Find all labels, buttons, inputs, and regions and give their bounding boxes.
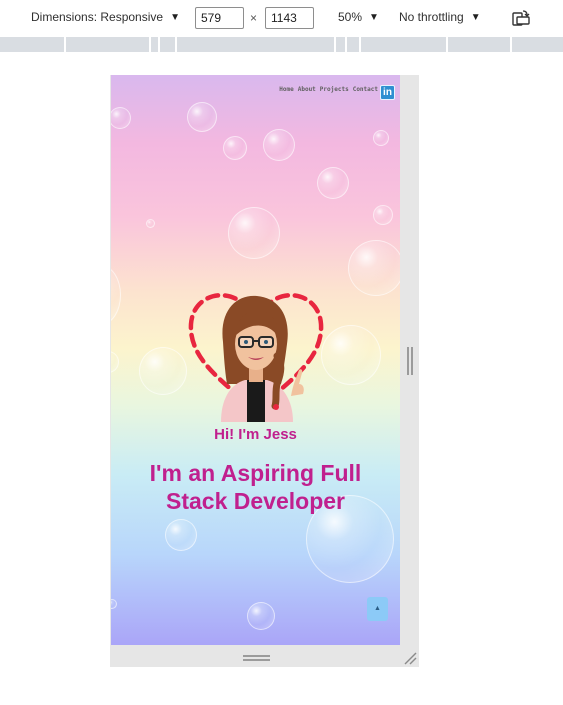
- scroll-to-top-button[interactable]: ▲: [367, 597, 388, 621]
- zoom-label: 50%: [338, 10, 363, 24]
- ruler-tick: [359, 37, 361, 52]
- device-toolbar: Dimensions: Responsive ▼ × 50% ▼ No thro…: [0, 0, 563, 36]
- headline: I'm an Aspiring Full Stack Developer: [149, 460, 362, 514]
- times-sign: ×: [250, 11, 258, 25]
- nav-link-projects[interactable]: Projects: [320, 86, 349, 93]
- throttling-dropdown[interactable]: No throttling ▼: [399, 10, 481, 24]
- ruler-tick: [334, 37, 336, 52]
- bubble: [373, 130, 389, 146]
- bubble: [146, 219, 155, 228]
- greeting: Hi! I'm Jess: [214, 426, 297, 443]
- dimensions-label: Dimensions: Responsive: [31, 10, 164, 24]
- ruler-tick: [149, 37, 151, 52]
- bubble: [348, 240, 400, 296]
- ruler-tick: [175, 37, 177, 52]
- throttling-label: No throttling: [399, 10, 464, 24]
- bubble: [111, 265, 121, 325]
- nav-bar: Home About Projects Contact: [279, 86, 378, 93]
- resize-handle-bottom[interactable]: [243, 655, 270, 661]
- ruler-tick: [510, 37, 512, 52]
- bubble: [321, 325, 381, 385]
- bubble: [263, 129, 295, 161]
- zoom-dropdown[interactable]: 50% ▼: [338, 10, 379, 24]
- bubble: [228, 207, 280, 259]
- bubble: [223, 136, 247, 160]
- caret-down-icon: ▼: [369, 11, 379, 23]
- page-viewport: Home About Projects Contact in Hi! I'm J…: [111, 75, 400, 645]
- nav-link-home[interactable]: Home: [279, 86, 293, 93]
- bubble: [111, 599, 117, 609]
- height-input[interactable]: [265, 7, 314, 29]
- ruler-tick: [64, 37, 66, 52]
- bubble: [247, 602, 275, 630]
- bubble: [317, 167, 349, 199]
- bubble: [165, 519, 197, 551]
- avatar: [188, 293, 324, 422]
- bubble: [111, 351, 119, 373]
- media-query-bar[interactable]: [0, 37, 563, 52]
- ruler-tick: [158, 37, 160, 52]
- nav-link-contact[interactable]: Contact: [353, 86, 378, 93]
- rotate-icon[interactable]: [512, 10, 530, 26]
- dimensions-dropdown[interactable]: Dimensions: Responsive ▼: [31, 10, 180, 24]
- width-input[interactable]: [195, 7, 244, 29]
- ruler-tick: [446, 37, 448, 52]
- resize-handle-icon[interactable]: [403, 651, 417, 665]
- bubble: [139, 347, 187, 395]
- resize-handle-right[interactable]: [407, 347, 413, 375]
- bubble: [111, 107, 131, 129]
- caret-down-icon: ▼: [470, 11, 481, 23]
- nav-link-about[interactable]: About: [298, 86, 316, 93]
- bubble: [187, 102, 217, 132]
- linkedin-icon[interactable]: in: [380, 85, 395, 100]
- bubble: [373, 205, 393, 225]
- ruler-tick: [345, 37, 347, 52]
- caret-down-icon: ▼: [170, 11, 180, 23]
